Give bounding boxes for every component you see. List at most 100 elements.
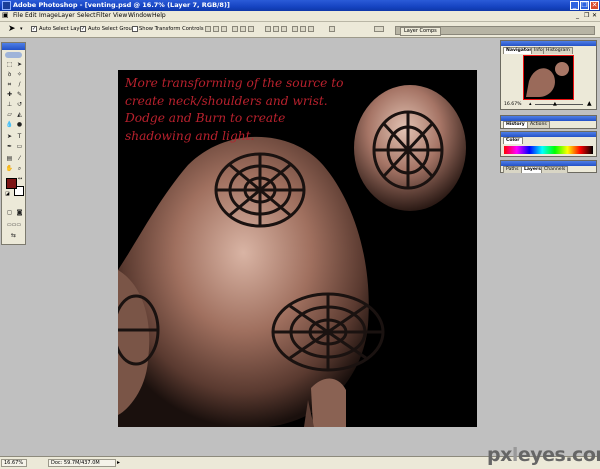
menu-view[interactable]: View bbox=[113, 12, 127, 19]
distribute-hcenter-button[interactable] bbox=[300, 26, 306, 32]
navigator-palette-header[interactable] bbox=[501, 41, 596, 46]
show-transform-controls-checkbox[interactable] bbox=[132, 26, 138, 32]
menu-filter[interactable]: Filter bbox=[96, 12, 111, 19]
restore-button[interactable]: ❐ bbox=[580, 1, 589, 10]
title-bar: Adobe Photoshop - [venting.psd @ 16.7% (… bbox=[0, 0, 600, 11]
move-tool-icon[interactable]: ➤ bbox=[15, 60, 24, 69]
swap-colors-icon[interactable]: ↔ bbox=[18, 176, 22, 182]
chevron-down-icon[interactable]: ▾ bbox=[20, 26, 23, 32]
doc-restore-icon[interactable]: ❐ bbox=[584, 12, 589, 19]
distribute-top-button[interactable] bbox=[265, 26, 271, 32]
paint-bucket-tool-icon[interactable]: ◭ bbox=[15, 110, 24, 119]
auto-select-groups-checkbox[interactable]: ✓ bbox=[80, 26, 86, 32]
clone-stamp-tool-icon[interactable]: ⊥ bbox=[5, 100, 14, 109]
window-title: Adobe Photoshop - [venting.psd @ 16.7% (… bbox=[13, 1, 230, 9]
eraser-tool-icon[interactable]: ▱ bbox=[5, 110, 14, 119]
zoom-slider-handle[interactable]: ▲ bbox=[553, 101, 557, 107]
menu-select[interactable]: Select bbox=[77, 12, 96, 19]
watermark: pxleyes.com bbox=[487, 444, 600, 466]
palette-well: Layer Comps bbox=[395, 26, 595, 36]
quick-mask-mode-icon[interactable]: ◙ bbox=[15, 208, 24, 217]
align-left-button[interactable] bbox=[232, 26, 238, 32]
menu-window[interactable]: Window bbox=[128, 12, 152, 19]
align-hcenter-button[interactable] bbox=[240, 26, 246, 32]
align-bottom-button[interactable] bbox=[221, 26, 227, 32]
align-vcenter-button[interactable] bbox=[213, 26, 219, 32]
color-palette: Color bbox=[500, 131, 597, 157]
brush-tool-icon[interactable]: ✎ bbox=[15, 90, 24, 99]
rectangle-tool-icon[interactable]: ▭ bbox=[15, 142, 24, 151]
channels-tab[interactable]: Channels bbox=[541, 166, 569, 173]
histogram-tab[interactable]: Histogram bbox=[543, 47, 573, 54]
document-icon[interactable]: ▣ bbox=[2, 11, 9, 19]
navigator-palette: Navigator Info Histogram 16.67% ▴ ▲ ▲ bbox=[500, 40, 597, 110]
photoshop-feather-icon[interactable] bbox=[5, 52, 22, 58]
history-tab[interactable]: History bbox=[503, 121, 528, 128]
close-button[interactable]: ✕ bbox=[590, 1, 599, 10]
blur-tool-icon[interactable]: 💧 bbox=[5, 120, 14, 129]
doc-close-icon[interactable]: ✕ bbox=[592, 12, 597, 19]
distribute-vcenter-button[interactable] bbox=[273, 26, 279, 32]
zoom-out-icon[interactable]: ▴ bbox=[529, 101, 532, 107]
screen-mode-icons[interactable]: ▭▭▭ bbox=[4, 221, 24, 229]
navigator-preview-image bbox=[526, 62, 569, 97]
align-right-button[interactable] bbox=[248, 26, 254, 32]
standard-mode-icon[interactable]: ◻ bbox=[5, 208, 14, 217]
eyedropper-tool-icon[interactable]: ⁄ bbox=[15, 154, 24, 163]
dodge-tool-icon[interactable]: ● bbox=[15, 120, 24, 129]
type-tool-icon[interactable]: T bbox=[15, 132, 24, 141]
notes-tool-icon[interactable]: ▤ bbox=[5, 154, 14, 163]
zoom-tool-icon[interactable]: ⌕ bbox=[15, 164, 24, 173]
healing-brush-tool-icon[interactable]: ✚ bbox=[5, 90, 14, 99]
actions-tab[interactable]: Actions bbox=[527, 121, 550, 128]
photoshop-app-icon bbox=[2, 1, 11, 10]
hand-tool-icon[interactable]: ✋ bbox=[5, 164, 14, 173]
status-zoom-field[interactable]: 16.67% bbox=[1, 459, 27, 467]
paths-tab[interactable]: Paths bbox=[503, 166, 522, 173]
auto-select-layer-checkbox[interactable]: ✓ bbox=[31, 26, 37, 32]
menu-edit[interactable]: Edit bbox=[25, 12, 37, 19]
navigator-zoom-value[interactable]: 16.67% bbox=[504, 102, 522, 107]
marquee-tool-icon[interactable]: ⬚ bbox=[5, 60, 14, 69]
color-tab[interactable]: Color bbox=[503, 137, 523, 144]
align-top-button[interactable] bbox=[205, 26, 211, 32]
toolbox: ⬚ ➤ ꝺ ✧ ⌗ ∕ ✚ ✎ ⊥ ↺ ▱ ◭ 💧 ● ➤ T ✒ ▭ ▤ ⁄ … bbox=[1, 42, 26, 245]
pen-tool-icon[interactable]: ✒ bbox=[5, 142, 14, 151]
status-menu-arrow-icon[interactable]: ▸ bbox=[117, 459, 120, 466]
distribute-right-button[interactable] bbox=[308, 26, 314, 32]
move-tool-preset-icon[interactable]: ➤ bbox=[8, 24, 16, 34]
navigator-tab[interactable]: Navigator bbox=[503, 47, 535, 54]
distribute-bottom-button[interactable] bbox=[281, 26, 287, 32]
toolbox-header[interactable] bbox=[2, 43, 25, 50]
status-doc-size: Doc: 59.7M/437.0M bbox=[48, 459, 116, 467]
doc-minimize-icon[interactable]: _ bbox=[576, 12, 579, 19]
zoom-slider-track[interactable] bbox=[535, 104, 583, 105]
navigator-thumbnail[interactable] bbox=[523, 55, 574, 100]
history-brush-tool-icon[interactable]: ↺ bbox=[15, 100, 24, 109]
path-selection-tool-icon[interactable]: ➤ bbox=[5, 132, 14, 141]
magic-wand-tool-icon[interactable]: ✧ bbox=[15, 70, 24, 79]
default-colors-icon[interactable]: ◪ bbox=[5, 191, 10, 197]
minimize-button[interactable]: _ bbox=[570, 1, 579, 10]
go-to-bridge-button[interactable] bbox=[374, 26, 384, 32]
menu-help[interactable]: Help bbox=[152, 12, 166, 19]
canvas-text-layer: More transforming of the source to creat… bbox=[125, 76, 344, 143]
show-transform-controls-label: Show Transform Controls bbox=[139, 26, 204, 32]
color-spectrum-ramp[interactable] bbox=[504, 146, 593, 154]
auto-align-button[interactable] bbox=[329, 26, 335, 32]
menu-file[interactable]: File bbox=[13, 12, 23, 19]
menu-layer[interactable]: Layer bbox=[58, 12, 75, 19]
edit-in-imageready-icon[interactable]: ⇆ bbox=[5, 232, 22, 240]
auto-select-layer-label: Auto Select Layer bbox=[39, 26, 85, 32]
layer-comps-tab[interactable]: Layer Comps bbox=[400, 27, 441, 36]
slice-tool-icon[interactable]: ∕ bbox=[15, 80, 24, 89]
menu-image[interactable]: Image bbox=[39, 12, 58, 19]
foreground-color-swatch[interactable] bbox=[6, 178, 17, 189]
crop-tool-icon[interactable]: ⌗ bbox=[5, 80, 14, 89]
zoom-in-icon[interactable]: ▲ bbox=[587, 100, 592, 107]
document-canvas[interactable]: More transforming of the source to creat… bbox=[118, 70, 477, 427]
distribute-left-button[interactable] bbox=[292, 26, 298, 32]
history-palette: History Actions bbox=[500, 115, 597, 129]
layers-palette: Paths Layers Channels bbox=[500, 160, 597, 173]
lasso-tool-icon[interactable]: ꝺ bbox=[5, 70, 14, 79]
